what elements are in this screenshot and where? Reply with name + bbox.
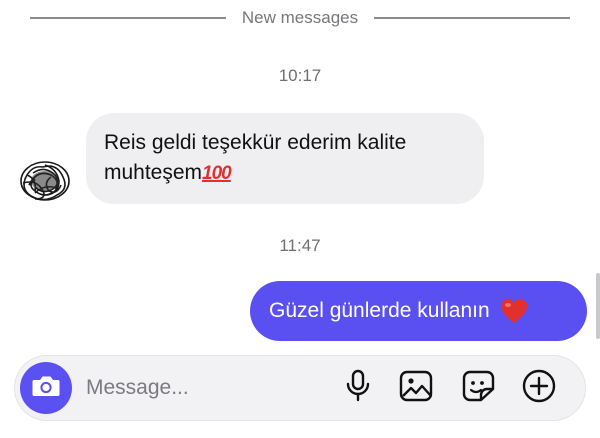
timestamp: 10:17: [278, 66, 322, 85]
sticker-button[interactable]: [459, 369, 497, 407]
incoming-message-bubble[interactable]: Reis geldi teşekkür ederim kalite muhteş…: [86, 113, 484, 204]
red-heart-icon: [500, 298, 528, 324]
divider-line-right: [374, 17, 570, 19]
gallery-button[interactable]: [397, 369, 435, 407]
outgoing-message-bubble[interactable]: Güzel günlerde kullanın: [250, 281, 587, 341]
new-messages-divider: New messages: [30, 6, 570, 30]
incoming-message-line-1: Reis geldi teşekkür ederim kalite: [104, 131, 407, 154]
add-icon: [521, 368, 557, 409]
incoming-message-text: muhteşem: [104, 161, 203, 184]
incoming-message-line-2: muhteşem100: [104, 158, 466, 189]
hundred-points-icon: 100: [202, 163, 232, 184]
more-options-button[interactable]: [520, 369, 558, 407]
message-input[interactable]: [86, 369, 306, 407]
camera-button[interactable]: [20, 362, 72, 414]
image-icon: [399, 369, 433, 408]
divider-line-left: [30, 17, 226, 19]
avatar[interactable]: [15, 155, 75, 207]
outgoing-message-text: Güzel günlerde kullanın: [269, 299, 490, 322]
timestamp: 11:47: [279, 236, 321, 255]
voice-message-button[interactable]: [339, 369, 377, 407]
sticker-icon: [461, 369, 495, 408]
camera-icon: [31, 373, 61, 404]
microphone-icon: [345, 369, 371, 408]
new-messages-label: New messages: [241, 8, 359, 27]
scrollbar[interactable]: [596, 273, 600, 339]
